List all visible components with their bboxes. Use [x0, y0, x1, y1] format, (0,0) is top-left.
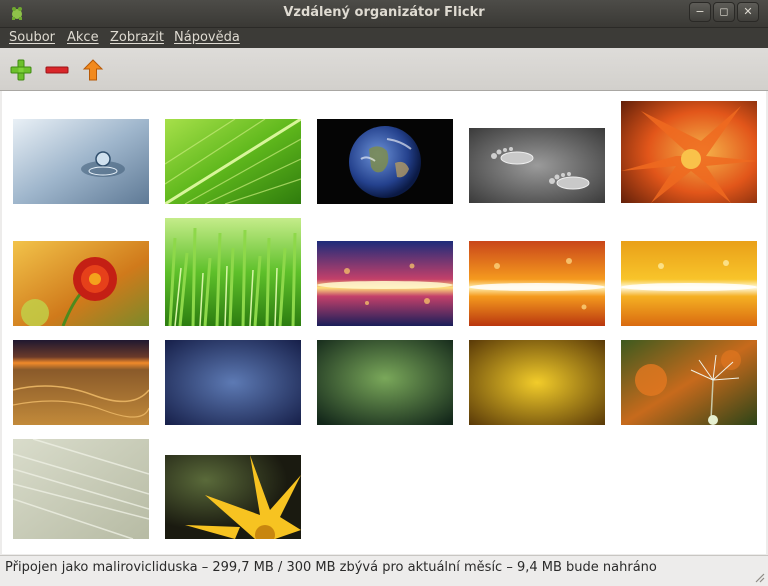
- photo-thumbnail[interactable]: [165, 119, 301, 204]
- minimize-button[interactable]: −: [689, 2, 711, 22]
- photo-thumbnail[interactable]: [317, 241, 453, 326]
- minus-icon: [45, 66, 69, 74]
- resize-grip-icon[interactable]: [753, 571, 765, 583]
- menu-soubor[interactable]: Soubor: [9, 30, 55, 45]
- photo-thumbnail[interactable]: [621, 340, 757, 425]
- photo-thumbnail[interactable]: [317, 119, 453, 204]
- add-photo-button[interactable]: [8, 57, 34, 83]
- plus-icon: [10, 59, 32, 81]
- status-text: Připojen jako malirovicliduska – 299,7 M…: [5, 560, 657, 575]
- photo-thumbnail[interactable]: [13, 119, 149, 204]
- photo-grid: [2, 91, 766, 554]
- window-title: Vzdálený organizátor Flickr: [283, 5, 485, 20]
- app-window: Vzdálený organizátor Flickr − ◻ ✕ Soubor…: [0, 0, 768, 586]
- photo-thumbnail[interactable]: [621, 241, 757, 326]
- maximize-icon: ◻: [719, 5, 729, 18]
- photo-thumbnail[interactable]: [317, 340, 453, 425]
- menu-bar: Soubor Akce Zobrazit Nápověda: [0, 28, 768, 48]
- photo-thumbnail[interactable]: [165, 340, 301, 425]
- upload-button[interactable]: [80, 57, 106, 83]
- close-icon: ✕: [743, 5, 753, 18]
- photo-thumbnail[interactable]: [165, 218, 301, 326]
- close-button[interactable]: ✕: [737, 2, 759, 22]
- photo-thumbnail[interactable]: [165, 455, 301, 539]
- arrow-up-icon: [82, 59, 104, 81]
- photo-thumbnail[interactable]: [13, 241, 149, 326]
- photo-thumbnail[interactable]: [469, 241, 605, 326]
- minimize-icon: −: [695, 5, 705, 18]
- photo-thumbnail[interactable]: [469, 128, 605, 203]
- maximize-button[interactable]: ◻: [713, 2, 735, 22]
- menu-napoveda[interactable]: Nápověda: [174, 30, 240, 45]
- photo-thumbnail[interactable]: [13, 439, 149, 539]
- title-bar[interactable]: Vzdálený organizátor Flickr − ◻ ✕: [0, 0, 768, 28]
- toolbar: [0, 48, 768, 91]
- remove-photo-button[interactable]: [44, 57, 70, 83]
- menu-zobrazit[interactable]: Zobrazit: [110, 30, 164, 45]
- photo-thumbnail[interactable]: [621, 101, 757, 203]
- photo-thumbnail[interactable]: [13, 340, 149, 425]
- menu-akce[interactable]: Akce: [67, 30, 99, 45]
- status-bar: Připojen jako malirovicliduska – 299,7 M…: [0, 555, 768, 586]
- photo-thumbnail[interactable]: [469, 340, 605, 425]
